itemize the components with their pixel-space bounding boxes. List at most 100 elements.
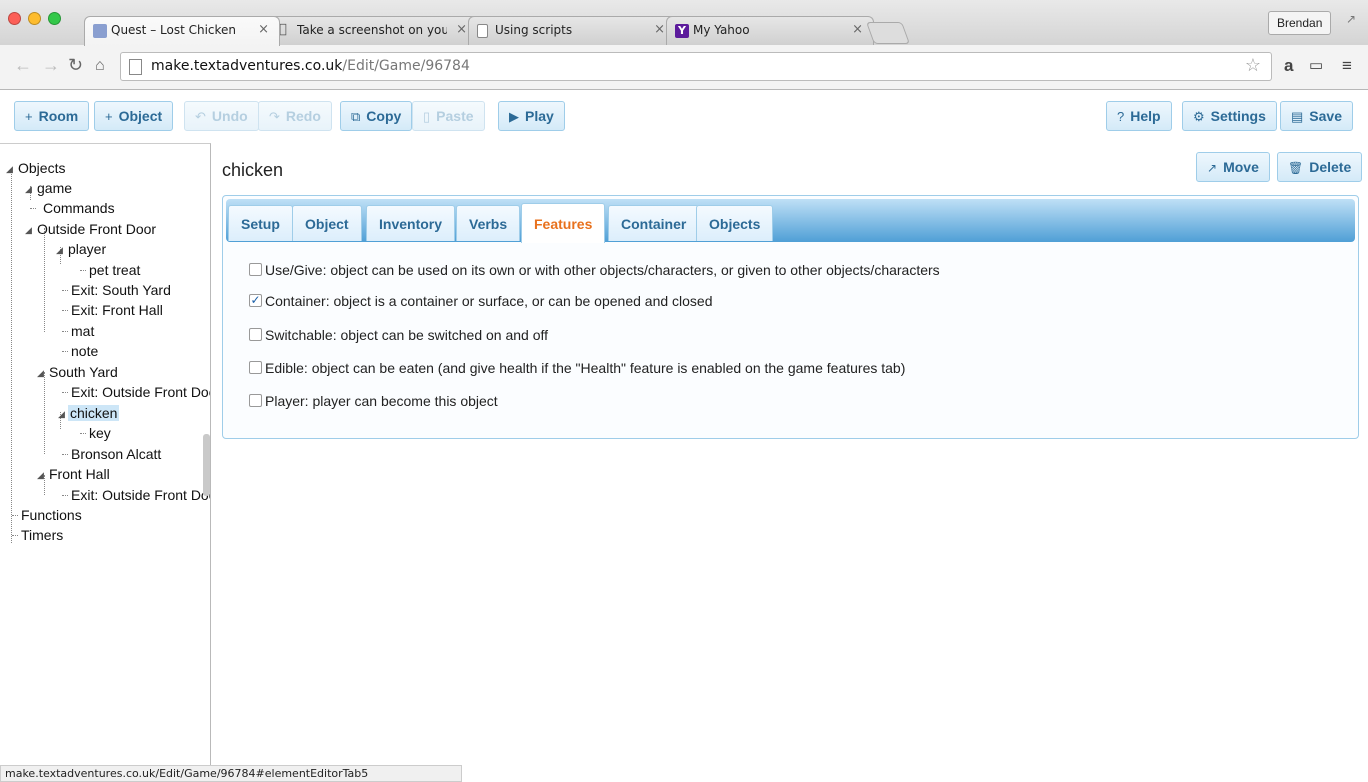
- editor-toolbar: + Room + Object ↶ Undo ↷ Redo ⧉ Copy ▯ Paste ▶…: [0, 91, 1368, 143]
- status-bar-url: make.textadventures.co.uk/Edit/Game/9678…: [0, 765, 462, 782]
- use-give-checkbox[interactable]: [249, 263, 262, 276]
- help-button[interactable]: ? Help: [1106, 101, 1172, 131]
- tab-setup[interactable]: Setup: [228, 205, 293, 241]
- tab-verbs[interactable]: Verbs: [456, 205, 521, 241]
- tree-scrollbar[interactable]: [203, 434, 210, 496]
- tab-container[interactable]: Container: [608, 205, 700, 241]
- tree-item-functions[interactable]: Functions: [21, 507, 82, 523]
- tree-line: [30, 208, 36, 209]
- address-bar[interactable]: make.textadventures.co.uk/Edit/Game/9678…: [120, 52, 1272, 81]
- add-object-button[interactable]: + Object: [94, 101, 174, 131]
- tree-item-pet-treat[interactable]: pet treat: [89, 262, 140, 278]
- edible-checkbox[interactable]: [249, 361, 262, 374]
- tree-item-note[interactable]: note: [71, 343, 98, 359]
- page-icon: [129, 59, 142, 75]
- tree-item-game[interactable]: game: [37, 180, 72, 196]
- quest-favicon-icon: [93, 24, 107, 38]
- collapse-toggle-icon[interactable]: ◢: [37, 368, 44, 379]
- settings-button[interactable]: ⚙ Settings: [1182, 101, 1277, 131]
- amazon-extension-icon[interactable]: a: [1284, 56, 1293, 76]
- tree-item-chicken[interactable]: chicken: [68, 405, 120, 421]
- player-checkbox[interactable]: [249, 394, 262, 407]
- tree-item-commands[interactable]: Commands: [43, 200, 115, 216]
- collapse-toggle-icon[interactable]: ◢: [25, 225, 32, 236]
- delete-button[interactable]: 🗑 Delete: [1277, 152, 1363, 182]
- browser-toolbar: ← → ↻ ⌂ make.textadventures.co.uk/Edit/G…: [0, 45, 1368, 90]
- paste-icon: ▯: [423, 109, 431, 124]
- undo-button[interactable]: ↶ Undo: [184, 101, 259, 131]
- close-window-button[interactable]: [8, 12, 21, 25]
- bookmark-star-icon[interactable]: ☆: [1245, 55, 1261, 76]
- collapse-toggle-icon[interactable]: ◢: [6, 164, 13, 175]
- plus-icon: +: [25, 109, 33, 124]
- tree-item-exit-outside-front-door-2[interactable]: Exit: Outside Front Doo: [71, 487, 210, 503]
- home-icon[interactable]: ⌂: [95, 57, 105, 75]
- tree-line: [80, 270, 86, 271]
- tree-item-mat[interactable]: mat: [71, 323, 94, 339]
- browser-tab-screenshot[interactable]:  Take a screenshot on your ×: [270, 16, 478, 45]
- back-arrow-icon[interactable]: ←: [14, 55, 32, 76]
- tab-object[interactable]: Object: [292, 205, 362, 241]
- menu-icon[interactable]: ≡: [1342, 56, 1352, 76]
- add-room-button[interactable]: + Room: [14, 101, 90, 131]
- browser-tab-my-yahoo[interactable]: Y My Yahoo ×: [666, 16, 874, 45]
- trash-icon: 🗑: [1288, 161, 1304, 175]
- tab-title: Quest – Lost Chicken: [111, 23, 237, 37]
- move-button[interactable]: ↗ Move: [1196, 152, 1270, 182]
- collapse-toggle-icon[interactable]: ◢: [25, 184, 32, 195]
- tab-inventory[interactable]: Inventory: [366, 205, 456, 241]
- switchable-checkbox[interactable]: [249, 328, 262, 341]
- disk-icon: ▤: [1291, 109, 1304, 124]
- close-tab-icon[interactable]: ×: [852, 22, 863, 37]
- tree-line: [12, 515, 18, 516]
- zoom-window-button[interactable]: [48, 12, 61, 25]
- tree-item-timers[interactable]: Timers: [21, 527, 63, 543]
- container-checkbox[interactable]: ✓: [249, 294, 262, 307]
- tree-item-outside-front-door[interactable]: Outside Front Door: [37, 221, 156, 237]
- reload-icon[interactable]: ↻: [68, 55, 83, 76]
- tree-line: [44, 372, 45, 454]
- browser-tabstrip: Quest – Lost Chicken ×  Take a screensh…: [0, 0, 1368, 46]
- tree-line: [44, 228, 45, 332]
- redo-button[interactable]: ↷ Redo: [258, 101, 332, 131]
- tree-item-objects[interactable]: Objects: [18, 160, 65, 176]
- tree-item-exit-outside-front-door[interactable]: Exit: Outside Front Doo: [71, 384, 210, 400]
- minimize-window-button[interactable]: [28, 12, 41, 25]
- help-icon: ?: [1117, 109, 1125, 124]
- tab-features[interactable]: Features: [521, 203, 606, 243]
- copy-button[interactable]: ⧉ Copy: [340, 101, 413, 131]
- tab-objects[interactable]: Objects: [696, 205, 774, 241]
- tree-line: [62, 310, 68, 311]
- tree-line: [11, 168, 12, 543]
- close-tab-icon[interactable]: ×: [456, 22, 467, 37]
- cast-icon[interactable]: ▭: [1309, 56, 1323, 74]
- tab-title: My Yahoo: [693, 23, 750, 37]
- tree-item-south-yard[interactable]: South Yard: [49, 364, 118, 380]
- undo-icon: ↶: [195, 109, 206, 124]
- tree-item-exit-front-hall[interactable]: Exit: Front Hall: [71, 302, 163, 318]
- tree-item-exit-south-yard[interactable]: Exit: South Yard: [71, 282, 171, 298]
- collapse-toggle-icon[interactable]: ◢: [56, 245, 63, 256]
- browser-tab-using-scripts[interactable]: Using scripts ×: [468, 16, 676, 45]
- close-tab-icon[interactable]: ×: [654, 22, 665, 37]
- paste-button[interactable]: ▯ Paste: [412, 101, 485, 131]
- tree-item-bronson-alcatt[interactable]: Bronson Alcatt: [71, 446, 161, 462]
- new-tab-button[interactable]: [865, 22, 911, 44]
- tree-item-front-hall[interactable]: Front Hall: [49, 466, 110, 482]
- play-button[interactable]: ▶ Play: [498, 101, 565, 131]
- collapse-toggle-icon[interactable]: ◢: [37, 470, 44, 481]
- tab-title: Take a screenshot on your: [297, 23, 447, 37]
- tree-item-player[interactable]: player: [68, 241, 106, 257]
- tree-line: [62, 454, 68, 455]
- page-icon: [477, 24, 488, 38]
- forward-arrow-icon[interactable]: →: [42, 55, 60, 76]
- save-button[interactable]: ▤ Save: [1280, 101, 1353, 131]
- collapse-toggle-icon[interactable]: ◢: [58, 409, 65, 420]
- browser-tab-quest[interactable]: Quest – Lost Chicken ×: [84, 16, 280, 46]
- close-tab-icon[interactable]: ×: [258, 22, 269, 37]
- tree-item-key[interactable]: key: [89, 425, 111, 441]
- fullscreen-icon[interactable]: ↗: [1346, 12, 1356, 26]
- move-icon: ↗: [1207, 161, 1218, 175]
- tree-line: [80, 433, 86, 434]
- profile-button[interactable]: Brendan: [1268, 11, 1332, 35]
